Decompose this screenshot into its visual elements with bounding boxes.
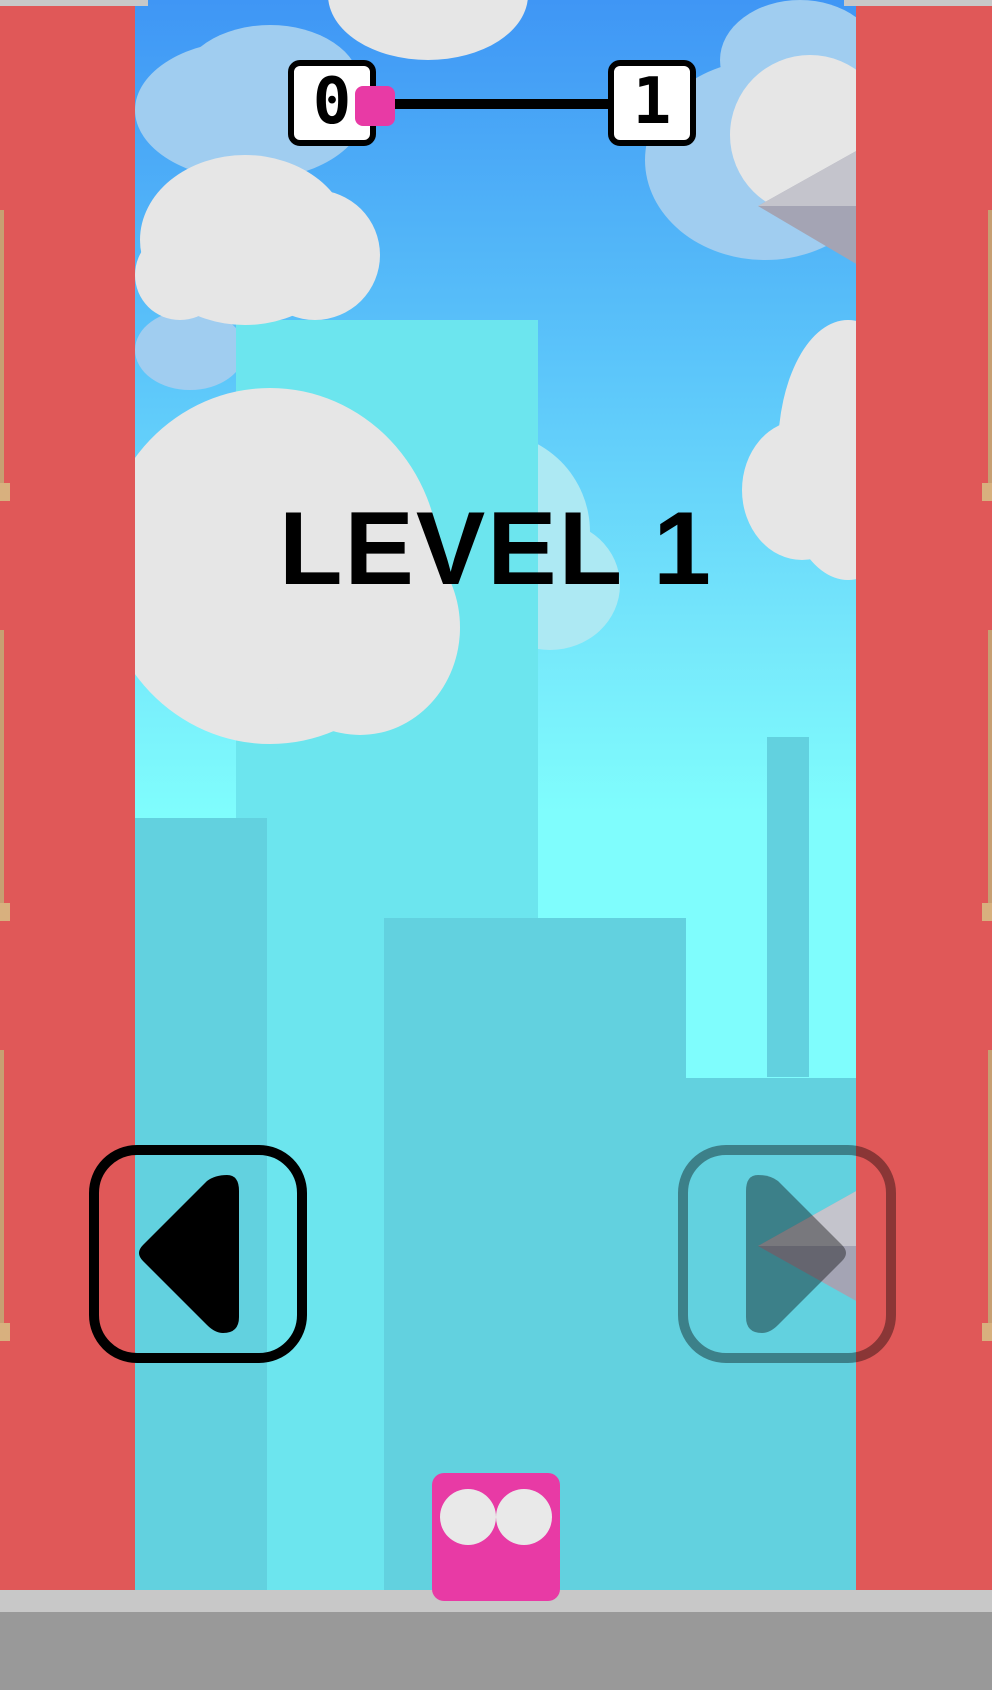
next-level-box: 1 <box>608 60 696 146</box>
current-level-number: 0 <box>312 65 352 139</box>
wall-cap <box>844 0 992 6</box>
player-eye <box>496 1489 552 1545</box>
arrow-left-icon <box>139 1175 239 1333</box>
player-eye <box>440 1489 496 1545</box>
wall-peg <box>982 903 992 921</box>
wall-cap <box>0 0 148 6</box>
building <box>767 737 809 1077</box>
wall-rail <box>988 1050 992 1330</box>
spike-icon <box>758 150 858 265</box>
level-title: LEVEL 1 <box>278 491 713 607</box>
arrow-right-icon <box>746 1175 846 1333</box>
wall-rail <box>988 630 992 910</box>
wall-rail <box>0 210 4 490</box>
move-right-button[interactable] <box>678 1145 896 1363</box>
next-level-number: 1 <box>632 65 672 139</box>
cloud <box>250 190 380 320</box>
cloud <box>135 230 225 320</box>
wall-rail <box>0 630 4 910</box>
cloud <box>328 0 528 60</box>
wall-peg <box>0 903 10 921</box>
wall-peg <box>982 1323 992 1341</box>
wall-rail <box>0 1050 4 1330</box>
player-character <box>432 1473 560 1601</box>
level-progress-marker <box>355 86 395 126</box>
right-wall <box>856 0 992 1600</box>
move-left-button[interactable] <box>89 1145 307 1363</box>
left-wall <box>0 0 135 1600</box>
level-progress-track <box>375 99 610 109</box>
ground <box>0 1612 992 1690</box>
wall-rail <box>988 210 992 490</box>
game-stage[interactable]: 0 1 LEVEL 1 <box>0 0 992 1690</box>
wall-peg <box>0 1323 10 1341</box>
